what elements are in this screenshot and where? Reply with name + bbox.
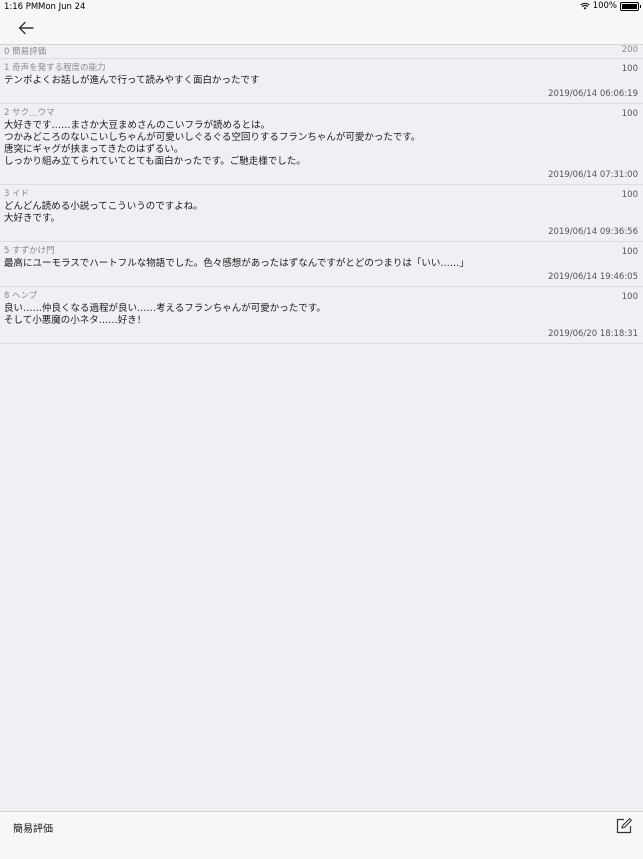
list-header-label: 0 簡易評価 (4, 47, 47, 57)
status-right: 100% (580, 1, 641, 11)
battery-icon (620, 1, 641, 11)
nav-bar (0, 14, 643, 45)
review-score: 100 (621, 247, 638, 257)
battery-percent: 100% (592, 1, 617, 11)
review-timestamp: 2019/06/14 09:36:56 (548, 227, 638, 237)
review-row[interactable]: 8 ヘンプ 100 良い……仲良くなる過程が良い……考えるフランちゃんが可愛かっ… (0, 287, 643, 344)
list-header: 0 簡易評価 200 (0, 44, 643, 59)
compose-button[interactable] (615, 817, 633, 835)
back-arrow-icon (18, 21, 34, 35)
review-body: テンポよくお話しが進んで行って読みやすく面白かったです (4, 75, 260, 86)
review-score: 100 (621, 292, 638, 302)
review-row[interactable]: 2 サク＿ウマ 100 大好きです……まさか大豆まめさんのこいフラが読めるとは。… (0, 104, 643, 185)
list-header-score: 200 (621, 45, 638, 55)
status-date: Mon Jun 24 (38, 2, 86, 12)
compose-icon (616, 818, 632, 834)
review-score: 100 (621, 64, 638, 74)
review-body: 最高にユーモラスでハートフルな物語でした。色々感想があったはずなんですがとどのつ… (4, 258, 469, 269)
review-timestamp: 2019/06/14 06:06:19 (548, 89, 638, 99)
review-author: 5 すずかけ門 (4, 246, 55, 256)
toolbar-title: 簡易評価 (13, 824, 53, 835)
review-author: 8 ヘンプ (4, 291, 38, 301)
review-row[interactable]: 5 すずかけ門 100 最高にユーモラスでハートフルな物語でした。色々感想があっ… (0, 242, 643, 287)
review-author: 1 奇声を発する程度の能力 (4, 63, 106, 73)
review-body: 良い……仲良くなる過程が良い……考えるフランちゃんが可愛かったです。 そして小悪… (4, 303, 326, 326)
review-timestamp: 2019/06/20 18:18:31 (548, 329, 638, 339)
review-score: 100 (621, 109, 638, 119)
review-row[interactable]: 1 奇声を発する程度の能力 100 テンポよくお話しが進んで行って読みやすく面白… (0, 59, 643, 104)
review-author: 2 サク＿ウマ (4, 108, 55, 118)
review-list: 0 簡易評価 200 1 奇声を発する程度の能力 100 テンポよくお話しが進ん… (0, 44, 643, 344)
review-timestamp: 2019/06/14 07:31:00 (548, 170, 638, 180)
back-button[interactable] (14, 17, 40, 39)
bottom-toolbar: 簡易評価 (0, 811, 643, 859)
review-author: 3 イド (4, 189, 30, 199)
review-timestamp: 2019/06/14 19:46:05 (548, 272, 638, 282)
wifi-icon (580, 2, 590, 10)
status-bar: 1:16 PM Mon Jun 24 100% (0, 0, 643, 14)
review-row[interactable]: 3 イド 100 どんどん読める小説ってこういうのですよね。 大好きです。 20… (0, 185, 643, 242)
review-body: 大好きです……まさか大豆まめさんのこいフラが読めるとは。 つかみどころのないこい… (4, 120, 421, 167)
review-body: どんどん読める小説ってこういうのですよね。 大好きです。 (4, 201, 203, 224)
status-time: 1:16 PM (4, 2, 39, 12)
review-score: 100 (621, 190, 638, 200)
